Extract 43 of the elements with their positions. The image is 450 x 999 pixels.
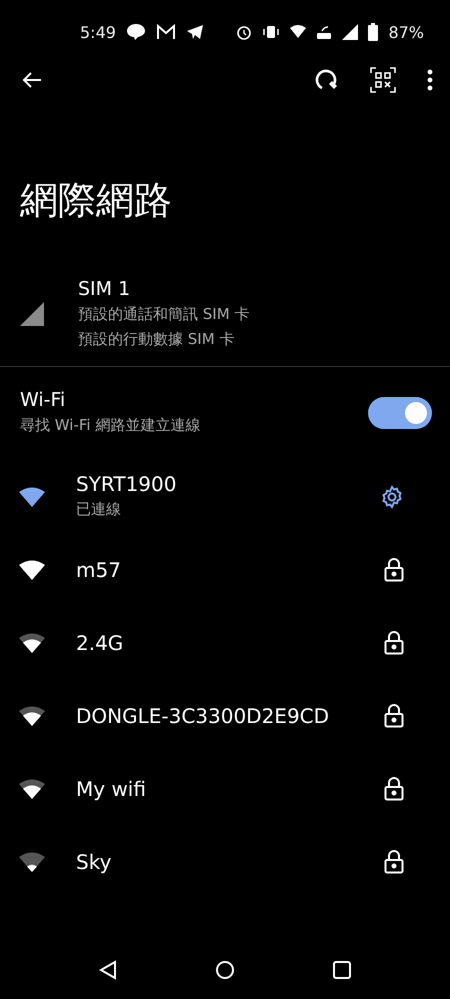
status-time: 5:49 bbox=[80, 22, 116, 42]
page-title: 網際網路 bbox=[19, 177, 173, 224]
paper-plane-icon bbox=[186, 24, 204, 40]
sim-name: SIM 1 bbox=[78, 277, 132, 302]
wifi-toggle[interactable] bbox=[368, 396, 432, 428]
nav-back-button[interactable] bbox=[99, 960, 117, 980]
volte-icon bbox=[316, 24, 332, 40]
cell-signal-icon bbox=[20, 302, 44, 326]
network-row[interactable]: SYRT1900 已連線 bbox=[0, 460, 450, 533]
lock-icon bbox=[384, 630, 404, 654]
lock-icon bbox=[384, 704, 404, 728]
chat-bubble-icon bbox=[126, 23, 146, 41]
network-name: DONGLE-3C3300D2E9CD bbox=[76, 702, 330, 728]
cell-signal-icon bbox=[342, 24, 358, 40]
network-row[interactable]: My wifi bbox=[0, 752, 450, 825]
lock-icon bbox=[384, 558, 404, 582]
network-row[interactable]: Sky bbox=[0, 825, 450, 898]
network-name: My wifi bbox=[76, 776, 147, 802]
wifi-label: Wi-Fi bbox=[20, 388, 66, 413]
sim-description: 預設的行動數據 SIM 卡 bbox=[78, 329, 236, 350]
wifi-description: 尋找 Wi-Fi 網路並建立連線 bbox=[20, 415, 202, 436]
qr-scan-button[interactable] bbox=[370, 67, 396, 93]
lock-icon bbox=[384, 776, 404, 800]
sim-description: 預設的通話和簡訊 SIM 卡 bbox=[78, 304, 250, 325]
home-button[interactable] bbox=[215, 960, 235, 980]
network-row[interactable]: m57 bbox=[0, 533, 450, 606]
network-name: Sky bbox=[76, 848, 112, 874]
network-name: 2.4G bbox=[76, 630, 124, 656]
alarm-icon bbox=[236, 24, 252, 40]
battery-icon bbox=[368, 23, 378, 41]
mail-icon bbox=[156, 24, 176, 40]
battery-percent: 87% bbox=[388, 22, 424, 42]
network-status: 已連線 bbox=[76, 499, 122, 520]
lock-icon bbox=[384, 850, 404, 874]
network-name: m57 bbox=[76, 556, 122, 582]
network-name: SYRT1900 bbox=[76, 471, 178, 497]
wifi-status-icon bbox=[290, 24, 306, 40]
vibrate-icon bbox=[262, 24, 280, 40]
network-row[interactable]: 2.4G bbox=[0, 606, 450, 679]
network-row[interactable]: DONGLE-3C3300D2E9CD bbox=[0, 679, 450, 752]
settings-icon[interactable] bbox=[380, 484, 404, 508]
more-options-button[interactable] bbox=[426, 69, 434, 91]
recents-button[interactable] bbox=[333, 961, 351, 979]
